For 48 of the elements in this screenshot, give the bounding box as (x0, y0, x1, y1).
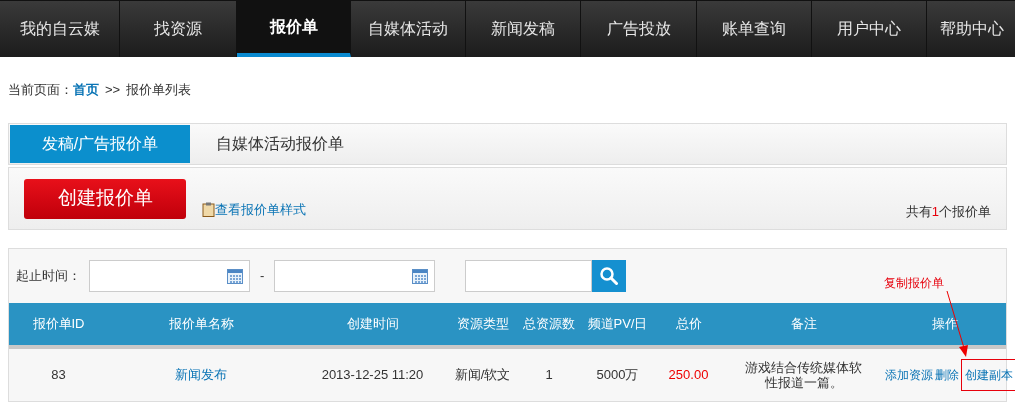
table-cell-text: 250.00 (667, 366, 710, 385)
column-header: 资源类型 (456, 315, 509, 334)
clipboard-icon (202, 202, 215, 217)
table-cell-text: 1 (544, 366, 554, 385)
table-cell-text: 游戏结合传统媒体软性报道一篇。 (744, 360, 863, 390)
column-header: 备注 (790, 315, 817, 334)
column-header: 操作 (931, 315, 958, 334)
nav-tab[interactable]: 自媒体活动 (351, 1, 466, 57)
action-link[interactable]: 添加资源 (885, 366, 933, 384)
filter-label: 起止时间： (16, 267, 81, 286)
calendar-icon[interactable] (227, 268, 243, 284)
quote-count-text: 共有1个报价单 (905, 203, 991, 219)
nav-tab[interactable]: 账单查询 (697, 1, 812, 57)
action-link[interactable]: 创建副本 (961, 359, 1015, 391)
column-header: 总价 (675, 315, 702, 334)
table-cell-text: 2013-12-25 11:20 (320, 366, 425, 385)
column-header: 报价单ID (32, 315, 85, 334)
column-header: 总资源数 (523, 315, 575, 334)
nav-tab[interactable]: 广告投放 (581, 1, 697, 57)
create-quote-button[interactable]: 创建报价单 (24, 178, 186, 219)
nav-tab[interactable]: 用户中心 (812, 1, 927, 57)
end-date-field[interactable] (274, 260, 436, 292)
table-cell-text: 83 (50, 366, 67, 385)
column-header: 报价单名称 (168, 315, 234, 334)
search-icon (600, 267, 619, 285)
action-link[interactable]: 删除 (935, 366, 959, 384)
nav-tab[interactable]: 新闻发稿 (466, 1, 581, 57)
view-sample-link[interactable]: 查看报价单样式 (215, 199, 306, 220)
calendar-icon[interactable] (412, 268, 429, 284)
annotation-text: 复制报价单 (884, 275, 944, 292)
table-cell-text: 5000万 (595, 366, 640, 385)
nav-tab[interactable]: 帮助中心 (927, 1, 1015, 57)
column-header: 创建时间 (346, 315, 399, 334)
tab[interactable]: 自媒体活动报价单 (190, 125, 370, 163)
nav-tab[interactable]: 我的自云媒 (0, 1, 120, 57)
table-cell-text: 新闻/软文 (453, 366, 512, 385)
breadcrumb-current: 报价单列表 (126, 81, 192, 100)
search-button[interactable] (592, 260, 627, 292)
breadcrumb-prefix: 当前页面： (8, 81, 73, 100)
nav-tab[interactable]: 报价单 (237, 1, 351, 57)
tab[interactable]: 发稿/广告报价单 (10, 125, 190, 163)
start-date-field[interactable] (89, 260, 250, 292)
quote-name-link[interactable]: 新闻发布 (108, 365, 294, 385)
date-separator: - (260, 267, 265, 286)
breadcrumb-link[interactable]: 首页 (73, 80, 99, 100)
column-header: 频道PV/日 (587, 315, 648, 334)
breadcrumb-separator: >> (105, 81, 121, 100)
search-field[interactable] (465, 260, 593, 292)
